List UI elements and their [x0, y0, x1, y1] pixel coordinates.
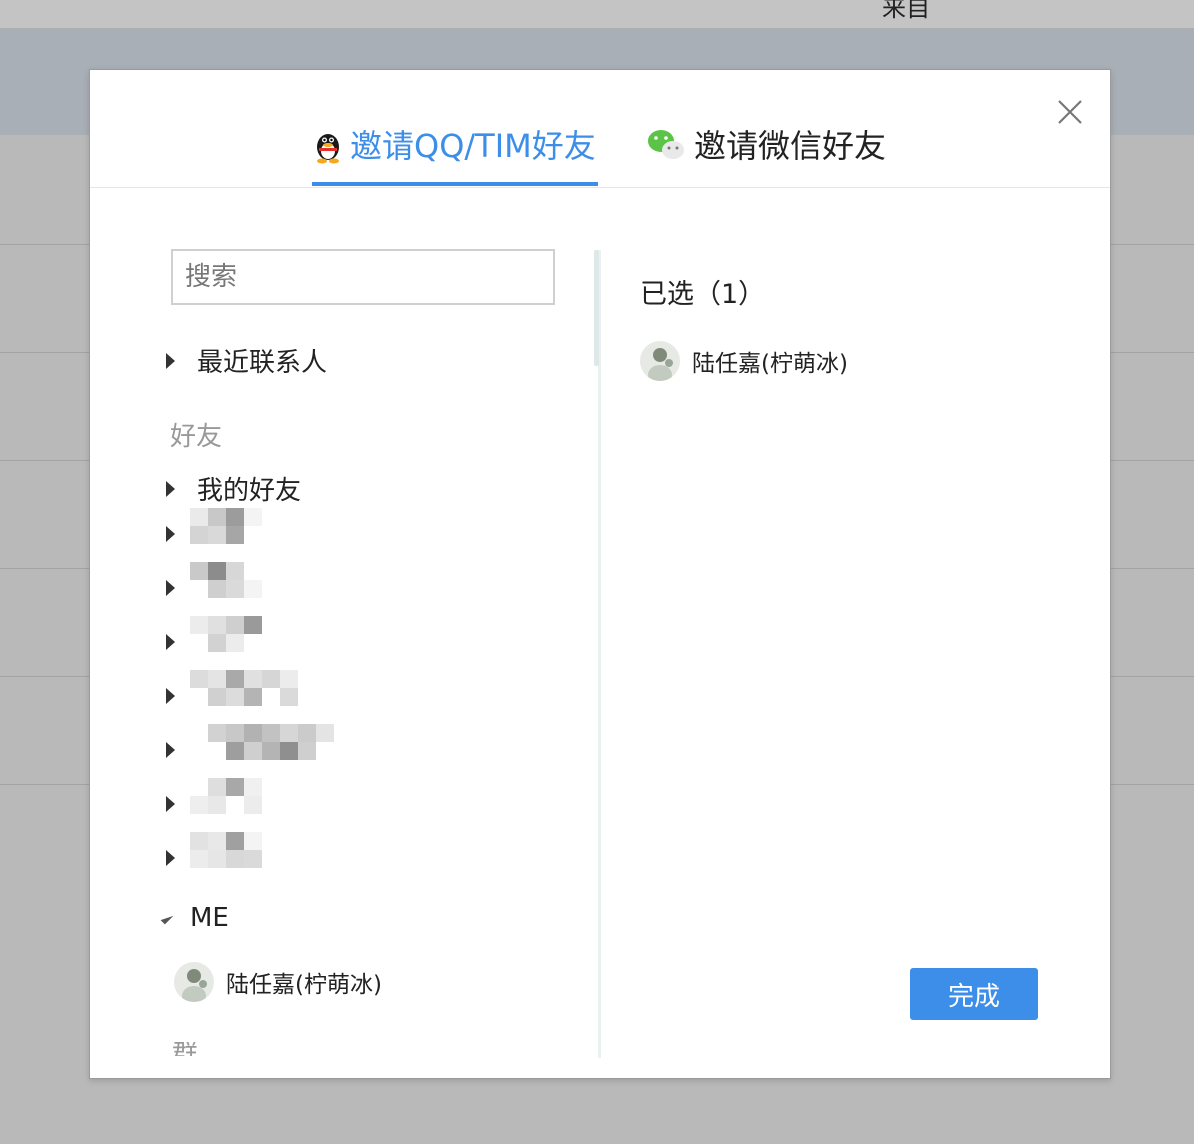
tab-invite-qq-label: 邀请QQ/TIM好友 — [350, 127, 596, 165]
tree-item-redacted-group[interactable] — [166, 508, 262, 544]
tree-item-redacted-group[interactable] — [166, 616, 262, 652]
selected-count-title: 已选（1） — [640, 279, 766, 310]
invite-friends-dialog: 邀请QQ/TIM好友 邀请微信好友 最近联系人 好友 我的好友 — [89, 69, 1111, 1079]
tree-item-redacted-group[interactable] — [166, 562, 262, 598]
redacted-mosaic — [190, 616, 264, 652]
redacted-mosaic — [190, 778, 264, 814]
pane-divider — [598, 250, 601, 1058]
expand-caret-icon — [166, 688, 175, 704]
expand-caret-icon — [166, 580, 175, 596]
contact-name: 陆任嘉(柠萌冰) — [226, 972, 382, 998]
section-label-groups: 群 — [172, 1042, 198, 1056]
expand-caret-icon — [166, 742, 175, 758]
contact-name: 陆任嘉(柠萌冰) — [692, 351, 848, 377]
section-label-friends: 好友 — [170, 422, 223, 452]
redacted-mosaic — [190, 670, 302, 706]
expand-caret-icon — [166, 480, 175, 497]
search-input[interactable] — [171, 249, 555, 305]
tree-item-redacted-group[interactable] — [166, 778, 262, 814]
qq-penguin-icon — [312, 128, 344, 164]
done-button[interactable]: 完成 — [910, 968, 1038, 1020]
wechat-icon — [646, 128, 686, 164]
tree-item-label: 最近联系人 — [197, 348, 328, 378]
redacted-mosaic — [190, 562, 264, 598]
expand-caret-icon — [166, 796, 175, 812]
tree-item-recent-contacts[interactable]: 最近联系人 — [166, 342, 327, 379]
expand-caret-icon — [166, 634, 175, 650]
tree-item-label: 我的好友 — [197, 476, 302, 506]
avatar — [640, 341, 680, 381]
tab-invite-wechat-label: 邀请微信好友 — [694, 127, 887, 165]
tree-item-redacted-group[interactable] — [166, 724, 334, 760]
selected-contact-item[interactable]: 陆任嘉(柠萌冰) — [640, 341, 848, 381]
collapse-caret-icon — [160, 911, 174, 925]
tree-item-redacted-group[interactable] — [166, 670, 298, 706]
expand-caret-icon — [166, 352, 175, 369]
contact-item-me[interactable]: 陆任嘉(柠萌冰) — [174, 962, 382, 1002]
redacted-mosaic — [190, 508, 264, 544]
tree-item-label: ME — [190, 903, 229, 933]
active-tab-indicator — [312, 182, 598, 186]
tab-invite-wechat[interactable]: 邀请微信好友 — [646, 124, 886, 186]
scrollbar-thumb[interactable] — [594, 250, 599, 366]
redacted-mosaic — [190, 724, 338, 760]
tab-invite-qq[interactable]: 邀请QQ/TIM好友 — [312, 124, 596, 186]
tab-bar: 邀请QQ/TIM好友 邀请微信好友 — [90, 70, 1110, 188]
avatar — [174, 962, 214, 1002]
redacted-mosaic — [190, 832, 264, 868]
expand-caret-icon — [166, 850, 175, 866]
background-topbar: 来自 — [0, 0, 1194, 29]
expand-caret-icon — [166, 526, 175, 542]
background-topbar-text: 来自 — [882, 0, 930, 22]
tree-item-my-friends[interactable]: 我的好友 — [166, 470, 301, 507]
tree-item-redacted-group[interactable] — [166, 832, 262, 868]
tree-item-me-group[interactable]: ME — [160, 903, 229, 933]
